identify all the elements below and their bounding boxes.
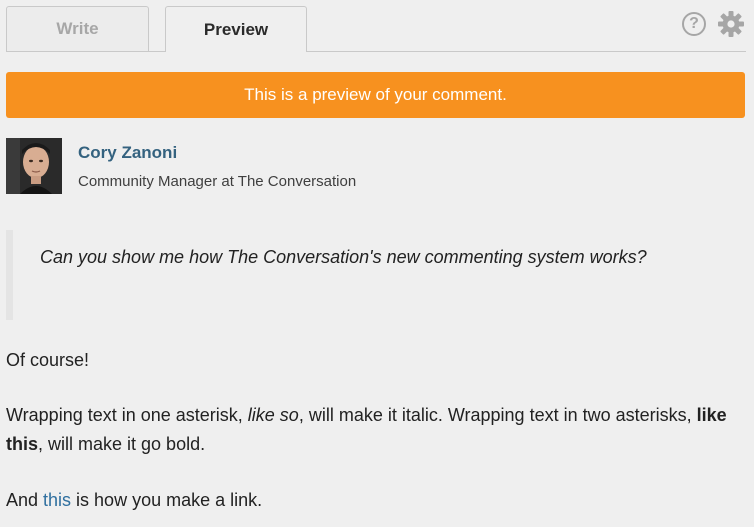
example-link[interactable]: this (43, 490, 71, 510)
paragraph-text: Wrapping text in one asterisk, (6, 405, 248, 425)
tab-preview[interactable]: Preview (165, 6, 307, 52)
help-icon[interactable]: ? (682, 12, 706, 36)
paragraph-text: And (6, 490, 44, 510)
gear-icon[interactable] (717, 10, 745, 38)
body-paragraph-1: Of course! (6, 350, 90, 370)
tab-write[interactable]: Write (6, 6, 149, 51)
preview-banner: This is a preview of your comment. (6, 72, 745, 118)
body-paragraph-2: Wrapping text in one asterisk, like so, … (6, 401, 746, 459)
blockquote-text: Can you show me how The Conversation's n… (40, 247, 647, 267)
comment-preview-panel: Write Preview ? This is a preview of you… (0, 0, 754, 527)
avatar-photo (6, 138, 62, 194)
author-name-link[interactable]: Cory Zanoni (78, 143, 177, 163)
italic-example: like so (247, 405, 299, 425)
paragraph-text: is how you make a link. (71, 490, 263, 510)
avatar[interactable] (6, 138, 62, 194)
blockquote-bar (6, 230, 13, 320)
tab-bar: Write Preview ? (0, 0, 754, 52)
tab-divider (6, 51, 746, 52)
body-paragraph-3: And this is how you make a link. (6, 486, 746, 515)
paragraph-text: , will make it italic. Wrapping text in … (298, 405, 697, 425)
author-title: Community Manager at The Conversation (78, 173, 357, 190)
paragraph-text: , will make it go bold. (38, 434, 206, 454)
